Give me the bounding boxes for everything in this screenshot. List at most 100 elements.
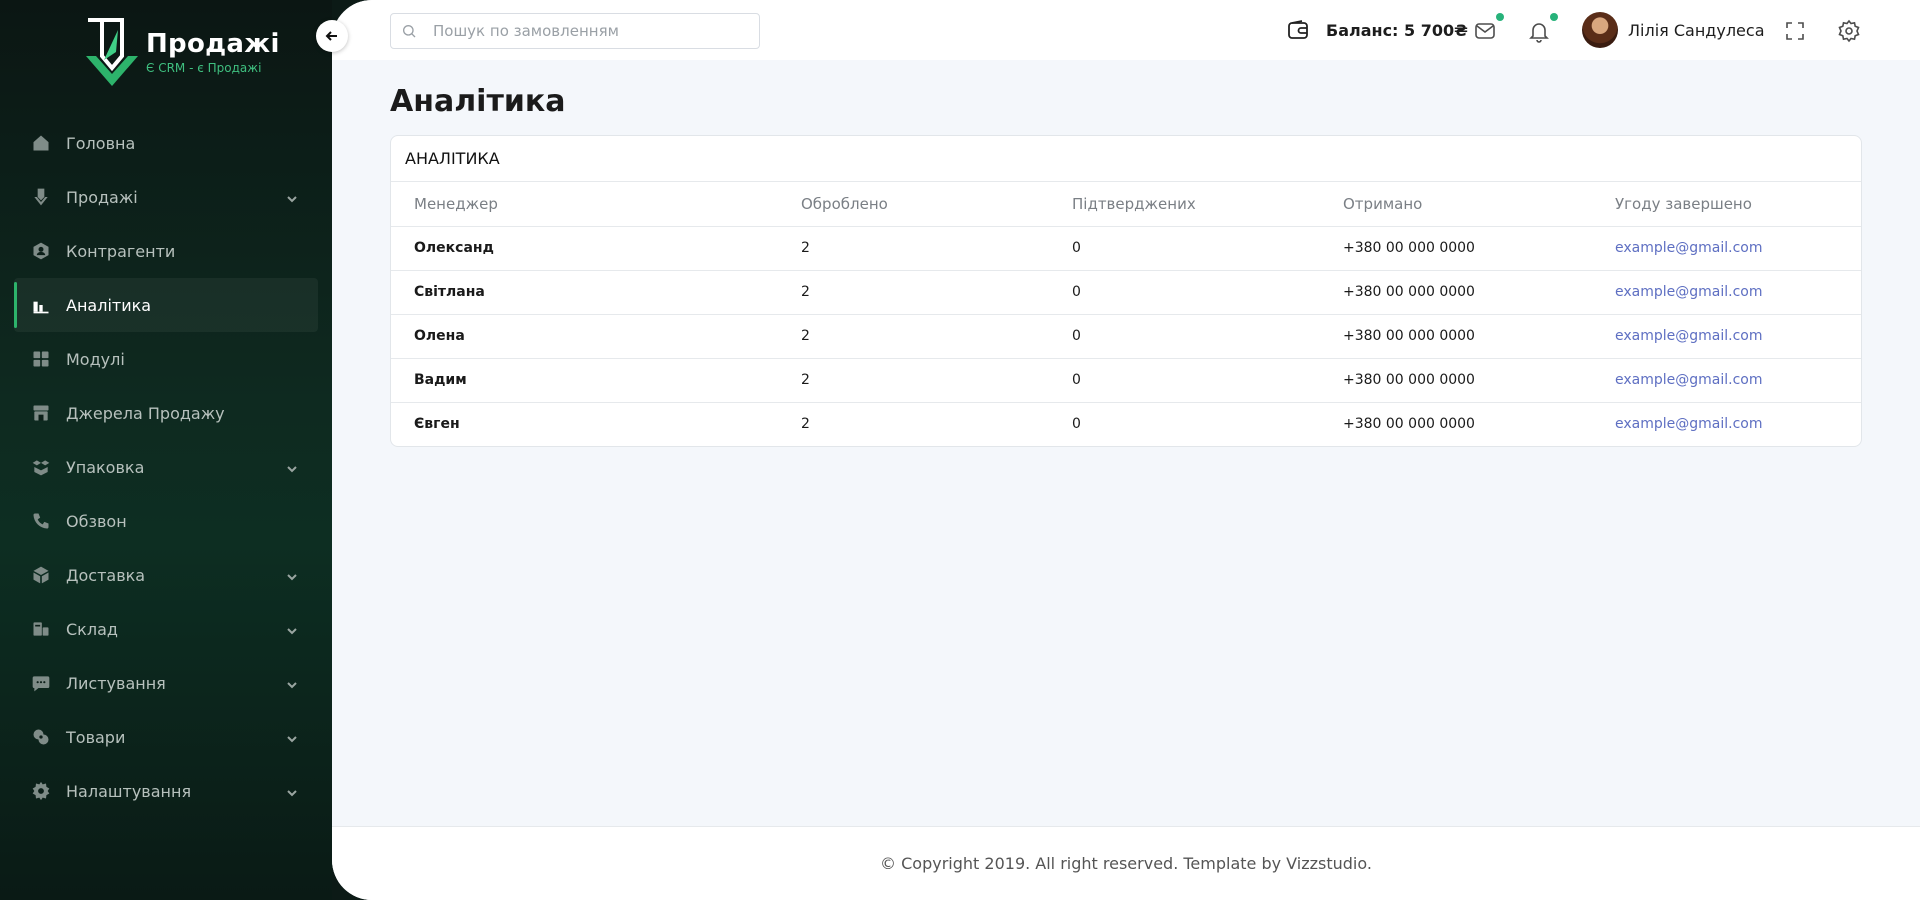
table-row[interactable]: Євген 2 0 +380 00 000 0000 example@gmail.com xyxy=(391,402,1861,446)
sidebar-item-label: Обзвон xyxy=(66,511,127,531)
page-title: Аналітика xyxy=(390,84,566,119)
settings-icon xyxy=(30,780,52,802)
balance-text: Баланс: 5 700₴ xyxy=(1326,20,1468,40)
user-name: Лілія Сандулеса xyxy=(1628,20,1765,40)
confirmed-cell: 0 xyxy=(1072,226,1343,271)
sidebar-item-label: Головна xyxy=(66,133,136,153)
manager-cell: Світлана xyxy=(391,270,801,315)
manager-cell: Олександ xyxy=(391,226,801,271)
sidebar-item-sales[interactable]: Продажі xyxy=(14,170,318,224)
logo-mark-icon xyxy=(86,18,138,86)
store-icon xyxy=(30,402,52,424)
sales-icon xyxy=(30,186,52,208)
card-title: АНАЛІТИКА xyxy=(391,136,1861,182)
confirmed-cell: 0 xyxy=(1072,314,1343,359)
search-box[interactable] xyxy=(390,13,760,49)
received-cell: +380 00 000 0000 xyxy=(1343,416,1475,433)
received-cell: +380 00 000 0000 xyxy=(1343,358,1615,403)
processed-cell: 2 xyxy=(801,226,1072,271)
warehouse-icon xyxy=(30,618,52,640)
received-cell: +380 00 000 0000 xyxy=(1343,270,1615,315)
deal-closed-cell: example@gmail.com xyxy=(1615,270,1861,315)
footer: © Copyright 2019. All right reserved. Te… xyxy=(332,826,1920,900)
sidebar-item-home[interactable]: Головна xyxy=(14,116,318,170)
column-header: Угоду завершено xyxy=(1615,182,1861,227)
chevron-down-icon xyxy=(286,460,298,473)
search-input[interactable] xyxy=(433,22,733,40)
email-link[interactable]: example@gmail.com xyxy=(1615,328,1763,344)
bell-icon xyxy=(1529,23,1549,43)
deal-closed-cell: example@gmail.com xyxy=(1615,226,1861,271)
email-link[interactable]: example@gmail.com xyxy=(1615,416,1763,432)
gear-icon xyxy=(1838,19,1860,43)
products-icon xyxy=(30,726,52,748)
sidebar-item-contacts[interactable]: Контрагенти xyxy=(14,224,318,278)
manager-cell: Євген xyxy=(414,416,460,433)
sidebar-item-analytics[interactable]: Аналітика xyxy=(14,278,318,332)
settings-button[interactable] xyxy=(1836,18,1862,44)
processed-cell: 2 xyxy=(801,270,1072,315)
chevron-down-icon xyxy=(286,568,298,581)
collapse-sidebar-button[interactable] xyxy=(316,20,348,52)
fullscreen-icon xyxy=(1786,22,1804,40)
chevron-down-icon xyxy=(286,676,298,689)
confirmed-cell: 0 xyxy=(1072,358,1343,403)
messages-button[interactable] xyxy=(1472,13,1504,44)
sidebar-item-phone[interactable]: Обзвон xyxy=(14,494,318,548)
sidebar: Продажі Є CRM - є Продажі Головна Продажі… xyxy=(0,0,332,900)
sidebar-item-label: Листування xyxy=(66,673,166,693)
table-row[interactable]: Вадим 2 0 +380 00 000 0000 example@gmail.com xyxy=(391,358,1861,403)
column-header: Оброблено xyxy=(801,182,1072,227)
notifications-button[interactable] xyxy=(1526,13,1558,44)
brand-logo[interactable]: Продажі Є CRM - є Продажі xyxy=(82,16,280,88)
confirmed-cell: 0 xyxy=(1072,416,1081,433)
sidebar-item-delivery[interactable]: Доставка xyxy=(14,548,318,602)
wallet-icon xyxy=(1288,20,1308,39)
email-link[interactable]: example@gmail.com xyxy=(1615,372,1763,388)
sidebar-item-label: Упаковка xyxy=(66,457,145,477)
confirmed-cell: 0 xyxy=(1072,270,1343,315)
sidebar-item-modules[interactable]: Модулі xyxy=(14,332,318,386)
phone-icon xyxy=(30,510,52,532)
user-menu[interactable]: Лілія Сандулеса xyxy=(1582,12,1765,48)
deal-closed-cell: example@gmail.com xyxy=(1615,358,1861,403)
notification-dot xyxy=(1550,13,1558,21)
sidebar-item-label: Контрагенти xyxy=(66,241,176,261)
sidebar-item-warehouse[interactable]: Склад xyxy=(14,602,318,656)
email-link[interactable]: example@gmail.com xyxy=(1615,284,1763,300)
processed-cell: 2 xyxy=(801,314,1072,359)
sidebar-item-label: Джерела Продажу xyxy=(66,403,225,423)
email-link[interactable]: example@gmail.com xyxy=(1615,240,1763,256)
table-row[interactable]: Світлана 2 0 +380 00 000 0000 example@gmail.… xyxy=(391,270,1861,315)
avatar xyxy=(1582,12,1618,48)
notification-dot xyxy=(1496,13,1504,21)
manager-cell: Олена xyxy=(391,314,801,359)
table-row[interactable]: Олена 2 0 +380 00 000 0000 example@gmail.com xyxy=(391,314,1861,359)
balance[interactable]: Баланс: 5 700₴ xyxy=(1286,18,1468,42)
home-icon xyxy=(30,132,52,154)
table-row[interactable]: Олександ 2 0 +380 00 000 0000 example@gmail.… xyxy=(391,226,1861,271)
brand-subtitle: Є CRM - є Продажі xyxy=(146,61,262,75)
analytics-card: АНАЛІТИКА Менеджер Оброблено Підтверджен… xyxy=(390,135,1862,447)
sidebar-item-settings[interactable]: Налаштування xyxy=(14,764,318,818)
mail-icon xyxy=(1475,23,1495,39)
sidebar-item-store[interactable]: Джерела Продажу xyxy=(14,386,318,440)
processed-cell: 2 xyxy=(801,358,1072,403)
sidebar-item-label: Товари xyxy=(66,727,126,747)
column-header: Менеджер xyxy=(391,182,801,227)
modules-icon xyxy=(30,348,52,370)
copyright-text: © Copyright 2019. All right reserved. Te… xyxy=(880,854,1372,873)
received-cell: +380 00 000 0000 xyxy=(1343,314,1615,359)
processed-cell: 2 xyxy=(801,416,810,433)
chevron-down-icon xyxy=(286,784,298,797)
chevron-down-icon xyxy=(286,622,298,635)
delivery-icon xyxy=(30,564,52,586)
sidebar-item-package[interactable]: Упаковка xyxy=(14,440,318,494)
deal-closed-cell: example@gmail.com xyxy=(1615,314,1861,359)
sidebar-item-label: Доставка xyxy=(66,565,146,585)
analytics-icon xyxy=(30,294,52,316)
sidebar-item-chat[interactable]: Листування xyxy=(14,656,318,710)
sidebar-item-products[interactable]: Товари xyxy=(14,710,318,764)
table-header-row: Менеджер Оброблено Підтверджених Отриман… xyxy=(391,182,1861,227)
fullscreen-button[interactable] xyxy=(1782,18,1808,44)
